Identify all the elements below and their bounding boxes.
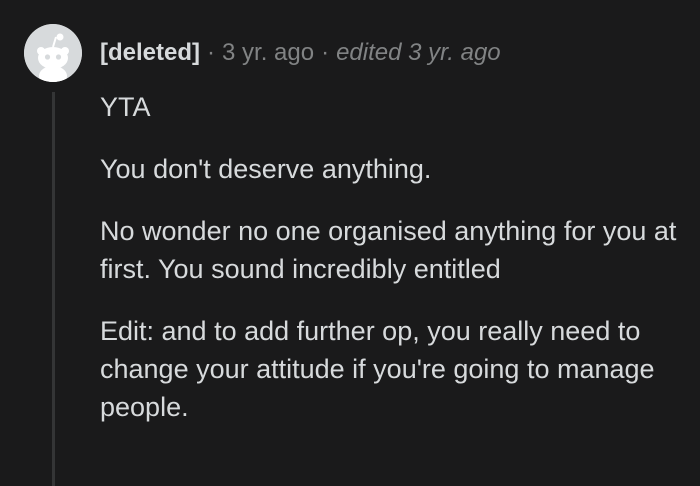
meta-separator: ·	[207, 39, 216, 66]
author-name[interactable]: [deleted]	[100, 39, 200, 67]
avatar[interactable]	[24, 24, 82, 82]
comment: [deleted] · 3 yr. ago · edited 3 yr. ago…	[0, 0, 700, 486]
comment-paragraph: No wonder no one organised anything for …	[100, 216, 677, 284]
meta-separator: ·	[321, 39, 330, 66]
comment-body: YTA You don't deserve anything. No wonde…	[100, 88, 680, 450]
comment-meta: [deleted] · 3 yr. ago · edited 3 yr. ago	[100, 36, 501, 70]
comment-paragraph: Edit: and to add further op, you really …	[100, 316, 655, 422]
comment-timestamp[interactable]: 3 yr. ago	[222, 39, 314, 67]
comment-paragraph: YTA	[100, 92, 151, 122]
edited-label: edited 3 yr. ago	[336, 39, 501, 66]
snoo-avatar-icon	[24, 24, 82, 82]
comment-paragraph: You don't deserve anything.	[100, 154, 432, 184]
thread-collapse-line[interactable]	[52, 92, 55, 486]
